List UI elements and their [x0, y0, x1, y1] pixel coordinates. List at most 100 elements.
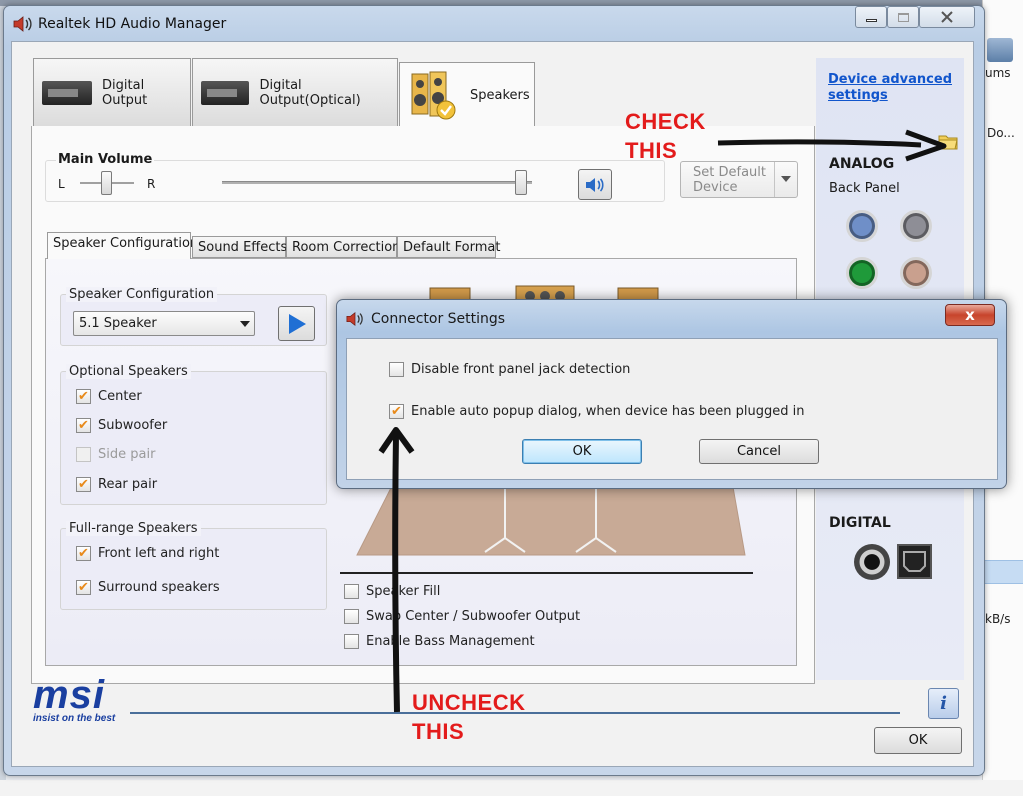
coaxial-jack-icon[interactable]	[854, 544, 890, 580]
checkbox-disable-front-panel-jack-detection[interactable]	[389, 362, 404, 377]
speakers-icon	[411, 71, 456, 119]
digital-heading: DIGITAL	[829, 515, 891, 531]
minimize-icon	[865, 18, 877, 22]
tab-speakers[interactable]: Speakers	[399, 62, 535, 128]
check-mark-icon: ✔	[78, 546, 89, 561]
optical-jack-shape	[903, 551, 926, 572]
tab-speakers-label: Speakers	[470, 88, 530, 103]
maximize-icon	[897, 12, 909, 22]
checkbox-surround-speakers[interactable]: ✔	[76, 580, 91, 595]
checkbox-front-left-right[interactable]: ✔	[76, 546, 91, 561]
checkbox-enable-bass-management[interactable]	[344, 634, 359, 649]
window-title: Realtek HD Audio Manager	[38, 16, 227, 32]
jack-blue[interactable]	[846, 210, 878, 242]
annotation-check-this: CHECK THIS	[625, 107, 706, 165]
speaker-configuration-selected: 5.1 Speaker	[79, 316, 157, 331]
maximize-button[interactable]	[887, 6, 919, 28]
device-advanced-settings-link[interactable]: Device advanced settings	[828, 72, 952, 104]
balance-right-label: R	[147, 177, 156, 191]
checkbox-side-pair-label: Side pair	[98, 447, 156, 462]
annotation-uncheck-line2: THIS	[412, 719, 465, 744]
set-default-device-label-line2: Device	[693, 179, 738, 195]
balance-left-label: L	[58, 177, 65, 191]
msi-tagline: insist on the best	[33, 713, 116, 724]
background-selected-row	[983, 560, 1023, 584]
checkbox-surround-speakers-label: Surround speakers	[98, 580, 220, 595]
checkbox-rear-pair-label: Rear pair	[98, 477, 158, 492]
mute-button[interactable]	[578, 169, 612, 200]
msi-logo: msi	[33, 673, 105, 717]
chevron-down-icon	[240, 321, 250, 327]
check-mark-icon: ✔	[391, 404, 402, 419]
main-ok-button[interactable]: OK	[874, 727, 962, 754]
speaker-configuration-group-label: Speaker Configuration	[66, 287, 218, 302]
tab-digital-output[interactable]: Digital Output	[33, 58, 191, 126]
tab-digital-output-optical-label: Digital Output(Optical)	[259, 77, 361, 108]
play-test-button[interactable]	[278, 306, 315, 341]
checkbox-side-pair[interactable]	[76, 447, 91, 462]
arrow-up-icon	[378, 427, 415, 713]
device-advanced-settings-line2: settings	[828, 88, 888, 103]
checkbox-enable-auto-popup-label: Enable auto popup dialog, when device ha…	[411, 404, 805, 419]
check-mark-icon: ✔	[78, 389, 89, 404]
play-icon	[288, 313, 306, 334]
balance-slider-thumb[interactable]	[101, 171, 112, 195]
optional-speakers-label: Optional Speakers	[66, 364, 191, 379]
checkbox-swap-center-subwoofer[interactable]	[344, 609, 359, 624]
annotation-check-line2: THIS	[625, 138, 678, 163]
window-close-button[interactable]	[919, 6, 975, 28]
tab-digital-output-label: Digital Output	[102, 77, 148, 108]
dialog-cancel-button[interactable]: Cancel	[699, 439, 819, 464]
checkbox-disable-front-panel-jack-detection-label: Disable front panel jack detection	[411, 362, 631, 377]
close-icon	[941, 11, 953, 23]
checkbox-subwoofer-label: Subwoofer	[98, 418, 168, 433]
optical-jack-icon[interactable]	[897, 544, 932, 579]
volume-slider-track	[222, 181, 532, 184]
tab-sound-effects[interactable]: Sound Effects	[192, 236, 287, 258]
checkbox-rear-pair[interactable]: ✔	[76, 477, 91, 492]
jack-gray[interactable]	[900, 210, 932, 242]
full-range-speakers-group	[60, 528, 327, 610]
check-mark-icon: ✔	[78, 477, 89, 492]
volume-slider-thumb[interactable]	[515, 170, 527, 195]
tab-default-format[interactable]: Default Format	[397, 236, 500, 258]
set-default-device-label-line1: Set Default	[693, 164, 766, 180]
info-button[interactable]: i	[928, 688, 959, 719]
arrow-right-icon	[717, 129, 947, 162]
set-default-device-divider	[774, 162, 775, 197]
tab-speaker-configuration[interactable]: Speaker Configuration	[47, 232, 198, 259]
checkbox-center[interactable]: ✔	[76, 389, 91, 404]
audio-device-icon	[201, 80, 250, 105]
full-range-speakers-label: Full-range Speakers	[66, 521, 201, 536]
chevron-down-icon	[781, 176, 791, 182]
tab-digital-output-optical[interactable]: Digital Output(Optical)	[192, 58, 398, 126]
annotation-uncheck-line1: UNCHECK	[412, 690, 526, 715]
jack-green[interactable]	[846, 257, 878, 289]
main-volume-label: Main Volume	[56, 152, 155, 167]
info-icon: i	[940, 693, 947, 714]
annotation-uncheck-this: UNCHECK THIS	[412, 688, 526, 746]
dialog-title: Connector Settings	[371, 311, 506, 327]
background-users-icon	[987, 38, 1013, 62]
tab-room-correction[interactable]: Room Correction	[286, 236, 400, 258]
dialog-close-button[interactable]: x	[945, 304, 995, 326]
speaker-configuration-select[interactable]: 5.1 Speaker	[73, 311, 255, 336]
jack-pink[interactable]	[900, 257, 932, 289]
speaker-title-icon	[13, 16, 32, 32]
audio-device-icon	[42, 80, 93, 105]
checkbox-front-left-right-label: Front left and right	[98, 546, 220, 561]
check-mark-icon: ✔	[78, 580, 89, 595]
checkbox-speaker-fill[interactable]	[344, 584, 359, 599]
background-text-do: Do...	[987, 126, 1015, 140]
background-text-kbs: kB/s	[985, 612, 1011, 626]
background-text-ums: ums	[985, 66, 1011, 80]
dialog-ok-button[interactable]: OK	[522, 439, 642, 464]
annotation-check-line1: CHECK	[625, 109, 706, 134]
speaker-dialog-icon	[346, 311, 363, 327]
close-icon: x	[965, 306, 975, 324]
minimize-button[interactable]	[855, 6, 887, 28]
set-default-device-button[interactable]: Set Default Device	[680, 161, 798, 198]
checkbox-enable-auto-popup[interactable]: ✔	[389, 404, 404, 419]
background-app-bottom	[0, 780, 1023, 796]
checkbox-subwoofer[interactable]: ✔	[76, 418, 91, 433]
